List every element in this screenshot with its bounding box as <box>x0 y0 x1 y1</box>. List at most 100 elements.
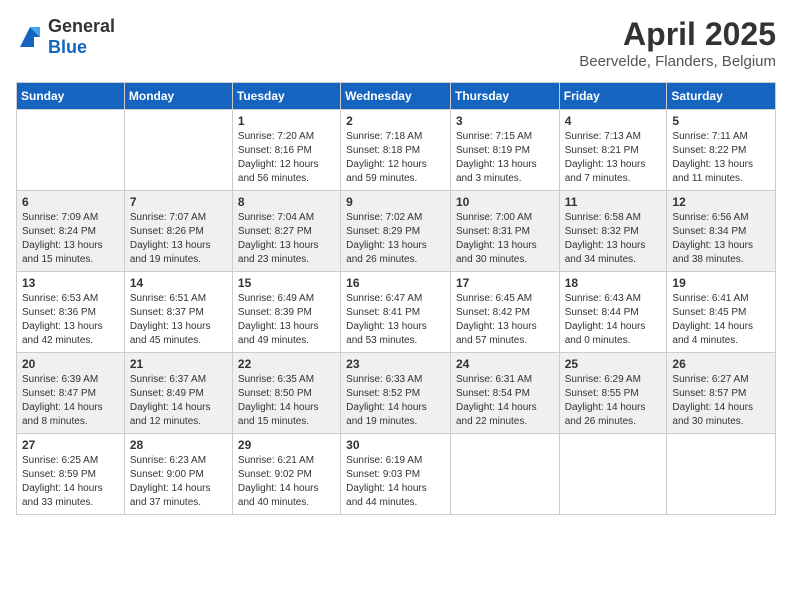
sunset-text: Sunset: 8:31 PM <box>456 225 554 239</box>
day-number: 11 <box>565 195 662 209</box>
sunset-text: Sunset: 8:59 PM <box>22 468 119 482</box>
daylight-text: Daylight: 14 hours and 12 minutes. <box>130 401 227 429</box>
sunset-text: Sunset: 8:22 PM <box>672 144 770 158</box>
day-number: 10 <box>456 195 554 209</box>
day-number: 12 <box>672 195 770 209</box>
daylight-text: Daylight: 13 hours and 19 minutes. <box>130 239 227 267</box>
day-number: 26 <box>672 357 770 371</box>
day-number: 22 <box>238 357 335 371</box>
day-number: 23 <box>346 357 445 371</box>
sunrise-text: Sunrise: 6:45 AM <box>456 292 554 306</box>
day-info: Sunrise: 6:27 AMSunset: 8:57 PMDaylight:… <box>672 373 770 429</box>
day-info: Sunrise: 6:21 AMSunset: 9:02 PMDaylight:… <box>238 454 335 510</box>
day-info: Sunrise: 7:04 AMSunset: 8:27 PMDaylight:… <box>238 211 335 267</box>
day-of-week-header: Tuesday <box>232 83 340 110</box>
day-number: 5 <box>672 114 770 128</box>
sunrise-text: Sunrise: 6:43 AM <box>565 292 662 306</box>
sunset-text: Sunset: 8:57 PM <box>672 387 770 401</box>
sunset-text: Sunset: 9:02 PM <box>238 468 335 482</box>
daylight-text: Daylight: 12 hours and 59 minutes. <box>346 158 445 186</box>
calendar-cell: 3Sunrise: 7:15 AMSunset: 8:19 PMDaylight… <box>450 110 559 191</box>
daylight-text: Daylight: 13 hours and 11 minutes. <box>672 158 770 186</box>
sunset-text: Sunset: 8:34 PM <box>672 225 770 239</box>
day-number: 20 <box>22 357 119 371</box>
sunrise-text: Sunrise: 6:53 AM <box>22 292 119 306</box>
day-info: Sunrise: 6:37 AMSunset: 8:49 PMDaylight:… <box>130 373 227 429</box>
daylight-text: Daylight: 14 hours and 8 minutes. <box>22 401 119 429</box>
sunset-text: Sunset: 8:45 PM <box>672 306 770 320</box>
daylight-text: Daylight: 12 hours and 56 minutes. <box>238 158 335 186</box>
sunrise-text: Sunrise: 6:37 AM <box>130 373 227 387</box>
calendar-cell: 14Sunrise: 6:51 AMSunset: 8:37 PMDayligh… <box>124 272 232 353</box>
day-of-week-header: Friday <box>559 83 667 110</box>
sunset-text: Sunset: 8:55 PM <box>565 387 662 401</box>
calendar-cell: 11Sunrise: 6:58 AMSunset: 8:32 PMDayligh… <box>559 191 667 272</box>
sunset-text: Sunset: 8:49 PM <box>130 387 227 401</box>
sunset-text: Sunset: 8:18 PM <box>346 144 445 158</box>
sunrise-text: Sunrise: 7:13 AM <box>565 130 662 144</box>
sunset-text: Sunset: 8:47 PM <box>22 387 119 401</box>
daylight-text: Daylight: 13 hours and 34 minutes. <box>565 239 662 267</box>
calendar-week-row: 27Sunrise: 6:25 AMSunset: 8:59 PMDayligh… <box>17 434 776 515</box>
sunset-text: Sunset: 8:52 PM <box>346 387 445 401</box>
day-number: 2 <box>346 114 445 128</box>
calendar-cell: 25 Sunrise: 6:29 AMSunset: 8:55 PMDayligh… <box>559 353 667 434</box>
sunrise-text: Sunrise: 7:11 AM <box>672 130 770 144</box>
calendar-cell: 13Sunrise: 6:53 AMSunset: 8:36 PMDayligh… <box>17 272 125 353</box>
sunrise-text: Sunrise: 6:33 AM <box>346 373 445 387</box>
sunrise-text: Sunrise: 6:25 AM <box>22 454 119 468</box>
day-info: Sunrise: 7:02 AMSunset: 8:29 PMDaylight:… <box>346 211 445 267</box>
sunset-text: Sunset: 8:19 PM <box>456 144 554 158</box>
daylight-text: Daylight: 14 hours and 44 minutes. <box>346 482 445 510</box>
calendar-cell: 12Sunrise: 6:56 AMSunset: 8:34 PMDayligh… <box>667 191 776 272</box>
calendar-header-row: SundayMondayTuesdayWednesdayThursdayFrid… <box>17 83 776 110</box>
calendar-cell: 29 Sunrise: 6:21 AMSunset: 9:02 PMDayligh… <box>232 434 340 515</box>
sunset-text: Sunset: 8:26 PM <box>130 225 227 239</box>
daylight-text: Daylight: 14 hours and 33 minutes. <box>22 482 119 510</box>
day-info: Sunrise: 7:07 AMSunset: 8:26 PMDaylight:… <box>130 211 227 267</box>
day-number: 29 <box>238 438 335 452</box>
sunrise-text: Sunrise: 7:02 AM <box>346 211 445 225</box>
sunrise-text: Sunrise: 6:19 AM <box>346 454 445 468</box>
day-number: 3 <box>456 114 554 128</box>
calendar-cell <box>667 434 776 515</box>
month-title: April 2025 <box>579 16 776 53</box>
logo-text-general: General <box>48 16 115 36</box>
day-info: Sunrise: 6:45 AMSunset: 8:42 PMDaylight:… <box>456 292 554 348</box>
day-number: 19 <box>672 276 770 290</box>
day-number: 1 <box>238 114 335 128</box>
daylight-text: Daylight: 13 hours and 30 minutes. <box>456 239 554 267</box>
page-header: General Blue April 2025 Beervelde, Fland… <box>16 16 776 70</box>
day-number: 30 <box>346 438 445 452</box>
sunset-text: Sunset: 9:00 PM <box>130 468 227 482</box>
day-info: Sunrise: 6:29 AMSunset: 8:55 PMDaylight:… <box>565 373 662 429</box>
calendar-cell: 4Sunrise: 7:13 AMSunset: 8:21 PMDaylight… <box>559 110 667 191</box>
day-number: 14 <box>130 276 227 290</box>
day-number: 7 <box>130 195 227 209</box>
day-number: 21 <box>130 357 227 371</box>
daylight-text: Daylight: 14 hours and 40 minutes. <box>238 482 335 510</box>
sunrise-text: Sunrise: 7:20 AM <box>238 130 335 144</box>
day-info: Sunrise: 6:31 AMSunset: 8:54 PMDaylight:… <box>456 373 554 429</box>
title-block: April 2025 Beervelde, Flanders, Belgium <box>579 16 776 70</box>
day-number: 28 <box>130 438 227 452</box>
sunrise-text: Sunrise: 6:49 AM <box>238 292 335 306</box>
sunrise-text: Sunrise: 6:39 AM <box>22 373 119 387</box>
daylight-text: Daylight: 13 hours and 7 minutes. <box>565 158 662 186</box>
calendar-cell: 1Sunrise: 7:20 AMSunset: 8:16 PMDaylight… <box>232 110 340 191</box>
calendar-cell: 5 Sunrise: 7:11 AMSunset: 8:22 PMDaylight… <box>667 110 776 191</box>
day-number: 4 <box>565 114 662 128</box>
sunrise-text: Sunrise: 7:09 AM <box>22 211 119 225</box>
calendar-cell: 8Sunrise: 7:04 AMSunset: 8:27 PMDaylight… <box>232 191 340 272</box>
day-number: 13 <box>22 276 119 290</box>
day-number: 25 <box>565 357 662 371</box>
sunrise-text: Sunrise: 6:23 AM <box>130 454 227 468</box>
calendar-cell: 18Sunrise: 6:43 AMSunset: 8:44 PMDayligh… <box>559 272 667 353</box>
day-number: 6 <box>22 195 119 209</box>
day-info: Sunrise: 6:25 AMSunset: 8:59 PMDaylight:… <box>22 454 119 510</box>
day-info: Sunrise: 6:49 AMSunset: 8:39 PMDaylight:… <box>238 292 335 348</box>
calendar-week-row: 13Sunrise: 6:53 AMSunset: 8:36 PMDayligh… <box>17 272 776 353</box>
day-info: Sunrise: 6:19 AMSunset: 9:03 PMDaylight:… <box>346 454 445 510</box>
sunrise-text: Sunrise: 6:21 AM <box>238 454 335 468</box>
day-info: Sunrise: 6:39 AMSunset: 8:47 PMDaylight:… <box>22 373 119 429</box>
